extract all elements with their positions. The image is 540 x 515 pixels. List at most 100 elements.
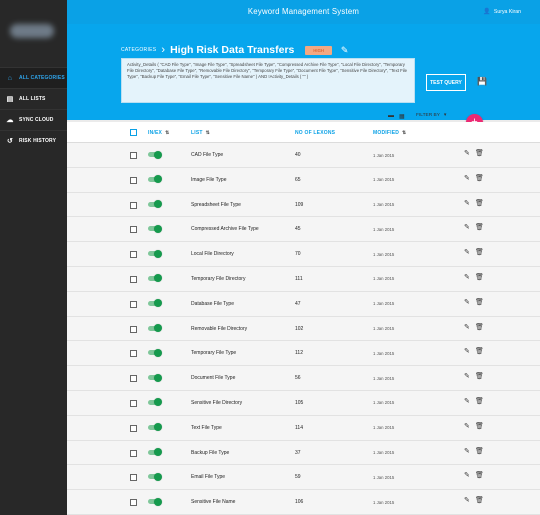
edit-pencil-icon[interactable]: ✎ — [464, 175, 470, 182]
include-exclude-toggle[interactable] — [148, 373, 162, 382]
row-checkbox[interactable] — [130, 474, 137, 482]
table-row[interactable]: Email File Type 59 1 Jan 2015 ✎ 🗑 — [67, 465, 540, 491]
table-row[interactable]: Temporary File Directory 111 1 Jan 2015 … — [67, 266, 540, 292]
table-row[interactable]: Removable File Directory 102 1 Jan 2015 … — [67, 316, 540, 342]
edit-pencil-icon[interactable]: ✎ — [464, 423, 470, 430]
include-exclude-toggle[interactable] — [148, 200, 162, 209]
include-exclude-toggle[interactable] — [148, 348, 162, 357]
filter-by-dropdown[interactable]: FILTER BY ▾ — [416, 112, 446, 118]
table-row[interactable]: Local File Directory 70 1 Jan 2015 ✎ 🗑 — [67, 242, 540, 267]
table-row[interactable]: Document File Type 56 1 Jan 2015 ✎ 🗑 — [67, 366, 540, 391]
table-row[interactable]: Spreadsheet File Type 109 1 Jan 2015 ✎ 🗑 — [67, 192, 540, 218]
include-exclude-toggle[interactable] — [148, 150, 162, 159]
edit-pencil-icon[interactable]: ✎ — [464, 249, 470, 256]
test-query-button[interactable]: TEST QUERY — [426, 74, 466, 91]
row-checkbox[interactable] — [130, 375, 137, 383]
header-lexons[interactable]: NO OF LEXONS — [295, 130, 335, 136]
delete-trash-icon[interactable]: 🗑 — [475, 472, 484, 479]
include-exclude-toggle[interactable] — [148, 175, 162, 184]
delete-trash-icon[interactable]: 🗑 — [475, 373, 484, 380]
edit-pencil-icon[interactable]: ✎ — [464, 497, 470, 504]
edit-pencil-icon[interactable]: ✎ — [464, 224, 470, 231]
edit-pencil-icon[interactable]: ✎ — [464, 274, 470, 281]
table-row[interactable]: CAD File Type 40 1 Jan 2015 ✎ 🗑 — [67, 143, 540, 168]
edit-pencil-icon[interactable]: ✎ — [464, 398, 470, 405]
table-row[interactable]: Text File Type 114 1 Jan 2015 ✎ 🗑 — [67, 415, 540, 441]
include-exclude-toggle[interactable] — [148, 423, 162, 432]
delete-trash-icon[interactable]: 🗑 — [475, 299, 484, 306]
row-checkbox[interactable] — [130, 152, 137, 159]
edit-pencil-icon[interactable]: ✎ — [464, 150, 470, 157]
row-checkbox[interactable] — [130, 201, 137, 209]
table-row[interactable]: Compressed Archive File Type 45 1 Jan 20… — [67, 217, 540, 243]
delete-trash-icon[interactable]: 🗑 — [475, 423, 484, 430]
list-name: Text File Type — [191, 424, 222, 431]
sidebar-item-all-categories[interactable]: ⌂ ALL CATEGORIES — [0, 67, 67, 88]
delete-trash-icon[interactable]: 🗑 — [475, 150, 484, 157]
row-checkbox[interactable] — [130, 449, 137, 457]
row-checkbox[interactable] — [130, 226, 137, 234]
grid-view-icon[interactable]: ▦ — [399, 113, 405, 120]
include-exclude-toggle[interactable] — [148, 497, 162, 506]
header-inex[interactable]: IN/EX ⇅ — [148, 130, 169, 136]
row-checkbox[interactable] — [130, 300, 137, 308]
row-checkbox[interactable] — [130, 350, 137, 358]
header-list[interactable]: LIST ⇅ — [191, 130, 210, 136]
include-exclude-toggle[interactable] — [148, 299, 162, 308]
edit-pencil-icon[interactable]: ✎ — [464, 373, 470, 380]
edit-title-pencil-icon[interactable]: ✎ — [341, 45, 349, 55]
header-modified[interactable]: MODIFIED ⇅ — [373, 130, 406, 136]
breadcrumb-categories-link[interactable]: CATEGORIES — [121, 47, 156, 53]
edit-pencil-icon[interactable]: ✎ — [464, 299, 470, 306]
row-checkbox[interactable] — [130, 176, 137, 184]
table-row[interactable]: Image File Type 65 1 Jan 2015 ✎ 🗑 — [67, 167, 540, 193]
include-exclude-toggle[interactable] — [148, 274, 162, 283]
sidebar-item-all-lists[interactable]: ▤ ALL LISTS — [0, 88, 67, 109]
include-exclude-toggle[interactable] — [148, 324, 162, 333]
edit-pencil-icon[interactable]: ✎ — [464, 472, 470, 479]
delete-trash-icon[interactable]: 🗑 — [475, 448, 484, 455]
table-row[interactable]: Backup File Type 37 1 Jan 2015 ✎ 🗑 — [67, 440, 540, 466]
edit-pencil-icon[interactable]: ✎ — [464, 348, 470, 355]
delete-trash-icon[interactable]: 🗑 — [475, 175, 484, 182]
row-checkbox[interactable] — [130, 325, 137, 333]
row-checkbox[interactable] — [130, 499, 137, 507]
delete-trash-icon[interactable]: 🗑 — [475, 274, 484, 281]
modified-date: 1 Jan 2015 — [373, 152, 395, 158]
include-exclude-toggle[interactable] — [148, 448, 162, 457]
list-name: Compressed Archive File Type — [191, 226, 259, 233]
delete-trash-icon[interactable]: 🗑 — [475, 324, 484, 331]
row-checkbox[interactable] — [130, 424, 137, 432]
list-name: Temporary File Type — [191, 350, 237, 357]
edit-pencil-icon[interactable]: ✎ — [464, 448, 470, 455]
include-exclude-toggle[interactable] — [148, 249, 162, 258]
delete-trash-icon[interactable]: 🗑 — [475, 200, 484, 207]
list-view-icon[interactable]: ▬ — [388, 113, 394, 119]
app-logo[interactable] — [0, 0, 67, 62]
user-menu[interactable]: 👤 Surya Kiran — [483, 8, 521, 16]
select-all-checkbox[interactable] — [130, 129, 137, 136]
include-exclude-toggle[interactable] — [148, 398, 162, 407]
delete-trash-icon[interactable]: 🗑 — [475, 398, 484, 405]
table-row[interactable]: Temporary File Type 112 1 Jan 2015 ✎ 🗑 — [67, 341, 540, 367]
row-checkbox[interactable] — [130, 275, 137, 283]
include-exclude-toggle[interactable] — [148, 224, 162, 233]
risk-level-badge[interactable]: HIGH — [305, 45, 332, 55]
save-icon[interactable]: 💾 — [477, 78, 487, 86]
chevron-down-icon: ▾ — [443, 112, 447, 118]
row-checkbox[interactable] — [130, 251, 137, 259]
delete-trash-icon[interactable]: 🗑 — [475, 497, 484, 504]
query-textarea[interactable]: Activity_Details ( "CAD File Type", "Ima… — [121, 58, 415, 103]
sidebar-item-risk-history[interactable]: ↺ RISK HISTORY — [0, 130, 67, 151]
edit-pencil-icon[interactable]: ✎ — [464, 200, 470, 207]
include-exclude-toggle[interactable] — [148, 472, 162, 481]
table-row[interactable]: Sensitive File Directory 105 1 Jan 2015 … — [67, 390, 540, 416]
delete-trash-icon[interactable]: 🗑 — [475, 224, 484, 231]
delete-trash-icon[interactable]: 🗑 — [475, 249, 484, 256]
table-row[interactable]: Database File Type 47 1 Jan 2015 ✎ 🗑 — [67, 291, 540, 317]
sidebar-item-sync-cloud[interactable]: ☁ SYNC CLOUD — [0, 109, 67, 130]
delete-trash-icon[interactable]: 🗑 — [475, 348, 484, 355]
edit-pencil-icon[interactable]: ✎ — [464, 324, 470, 331]
table-row[interactable]: Sensitive File Name 106 1 Jan 2015 ✎ 🗑 — [67, 490, 540, 515]
row-checkbox[interactable] — [130, 399, 137, 407]
